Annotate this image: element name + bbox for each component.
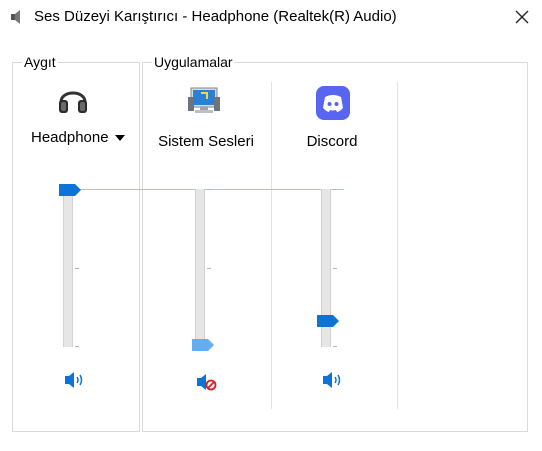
discord-icon (316, 86, 350, 120)
muted-speaker-icon[interactable] (195, 372, 219, 392)
close-button[interactable] (502, 0, 542, 34)
discord-speaker-icon[interactable] (321, 370, 345, 390)
slider-tick (75, 268, 79, 269)
device-select[interactable]: Headphone (31, 129, 125, 146)
slider-tick (207, 189, 211, 190)
device-name: Headphone (31, 129, 109, 146)
applications-group-label: Uygulamalar (152, 54, 235, 70)
app-label-discord: Discord (306, 133, 358, 150)
close-icon (515, 10, 529, 24)
window-title: Ses Düzeyi Karıştırıcı - Headphone (Real… (34, 8, 397, 25)
app-label-system-sounds: Sistem Sesleri (158, 133, 254, 150)
column-divider (397, 82, 398, 409)
discord-volume-thumb[interactable] (316, 314, 340, 328)
column-divider (271, 82, 272, 409)
system-sounds-icon (188, 87, 220, 113)
slider-tick (75, 346, 79, 347)
system-sounds-volume-thumb[interactable] (191, 338, 215, 352)
speaker-icon (11, 10, 20, 24)
chevron-down-icon (114, 135, 125, 141)
volume-mixer-window: Ses Düzeyi Karıştırıcı - Headphone (Real… (0, 0, 542, 451)
device-volume-thumb[interactable] (58, 183, 82, 197)
slider-tick (333, 268, 337, 269)
title-bar: Ses Düzeyi Karıştırıcı - Headphone (Real… (0, 0, 542, 34)
device-group-label: Aygıt (22, 54, 58, 70)
device-speaker-icon[interactable] (63, 370, 87, 390)
slider-tick (207, 268, 211, 269)
device-volume-track[interactable] (63, 189, 73, 347)
system-sounds-volume-track[interactable] (195, 189, 205, 347)
slider-tick (333, 346, 337, 347)
slider-tick (333, 189, 337, 190)
headphones-icon (59, 91, 87, 113)
